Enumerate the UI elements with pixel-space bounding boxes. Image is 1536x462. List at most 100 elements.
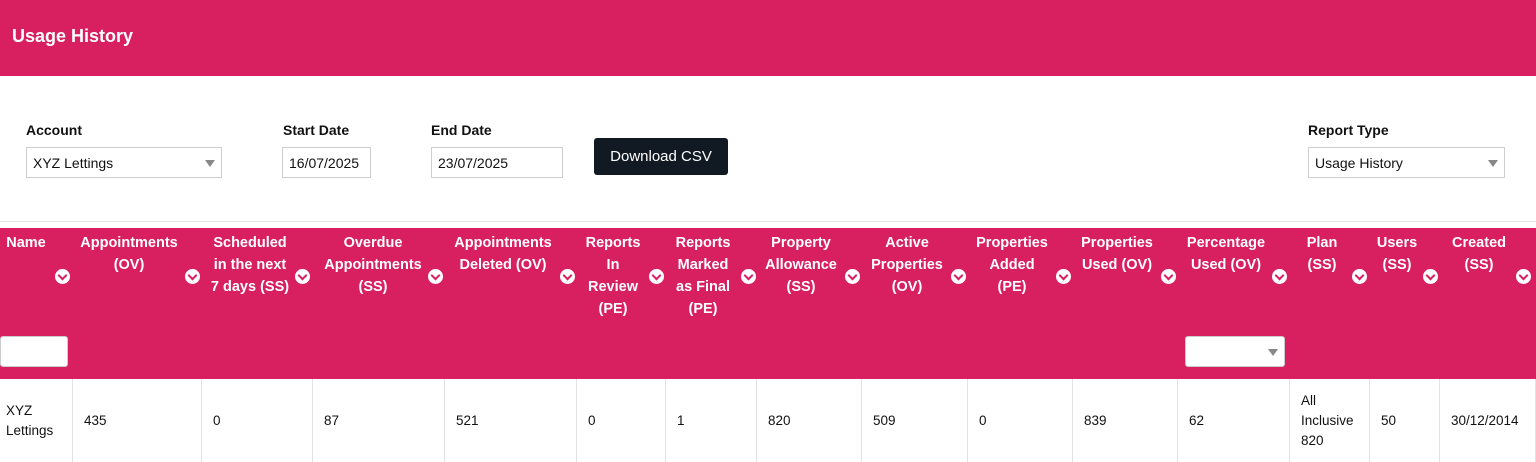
- column-header-7[interactable]: Reports Marked as Final (PE): [669, 232, 737, 320]
- table-cell-text: 62: [1189, 412, 1205, 428]
- column-header-text: Deleted (OV): [459, 257, 547, 273]
- column-header-text: Marked: [677, 257, 729, 273]
- sort-chevron-icon[interactable]: [55, 269, 70, 284]
- column-header-text: (SS): [358, 279, 388, 295]
- page-header: Usage History: [0, 0, 1536, 76]
- column-header-13[interactable]: Plan (SS): [1300, 232, 1344, 276]
- sort-chevron-icon[interactable]: [185, 269, 200, 284]
- column-header-text: In: [606, 257, 620, 273]
- sort-chevron-icon[interactable]: [295, 269, 310, 284]
- table-cell-14: 50: [1370, 379, 1440, 462]
- end-date-input[interactable]: 23/07/2025: [431, 147, 563, 178]
- table-cell-text: All: [1301, 392, 1317, 408]
- column-header-text: in the next: [213, 257, 287, 273]
- column-header-text: Appointments: [324, 257, 422, 273]
- end-date-label: End Date: [431, 122, 492, 138]
- sort-chevron-icon[interactable]: [1352, 269, 1367, 284]
- column-header-text: Used (OV): [1081, 257, 1153, 273]
- column-header-text: Review: [588, 279, 638, 295]
- name-filter-input[interactable]: [0, 336, 68, 367]
- table-cell-3: 0: [202, 379, 313, 462]
- table-cell-text: 509: [873, 412, 896, 428]
- sort-chevron-icon[interactable]: [1423, 269, 1438, 284]
- column-header-1[interactable]: Name: [4, 232, 48, 254]
- column-header-text: (SS): [1307, 257, 1337, 273]
- table-cell-8: 820: [757, 379, 862, 462]
- column-header-text: Overdue: [343, 235, 403, 251]
- column-header-10[interactable]: Properties Added (PE): [970, 232, 1054, 298]
- sort-chevron-icon[interactable]: [428, 269, 443, 284]
- table-cell-9: 509: [862, 379, 968, 462]
- table-cell-4: 87: [313, 379, 445, 462]
- column-header-14[interactable]: Users (SS): [1372, 232, 1422, 276]
- chevron-down-icon: [1268, 349, 1278, 356]
- sort-chevron-icon[interactable]: [1056, 269, 1071, 284]
- column-header-text: Created: [1452, 235, 1506, 251]
- column-header-text: Appointments: [454, 235, 552, 251]
- sort-chevron-icon[interactable]: [560, 269, 575, 284]
- column-header-text: Property: [771, 235, 831, 251]
- table-cell-text: 839: [1084, 412, 1107, 428]
- column-header-text: (SS): [1382, 257, 1412, 273]
- page-title: Usage History: [12, 26, 134, 46]
- account-select-value: XYZ Lettings: [33, 155, 114, 171]
- table-cell-7: 1: [666, 379, 757, 462]
- sort-chevron-icon[interactable]: [951, 269, 966, 284]
- start-date-input[interactable]: 16/07/2025: [282, 147, 371, 178]
- start-date-label: Start Date: [283, 122, 350, 138]
- table-cell-10: 0: [968, 379, 1073, 462]
- table-cell-2: 435: [73, 379, 202, 462]
- column-header-text: (PE): [997, 279, 1027, 295]
- column-header-text: Reports: [585, 235, 641, 251]
- table-cell-text: 87: [324, 412, 340, 428]
- table-cell-text: XYZ: [6, 402, 33, 418]
- report-type-label: Report Type: [1308, 122, 1389, 138]
- column-header-text: (SS): [786, 279, 816, 295]
- table-cell-text: 0: [588, 412, 596, 428]
- column-header-text: Added: [989, 257, 1035, 273]
- account-select[interactable]: XYZ Lettings: [26, 147, 222, 178]
- percentage-filter-select[interactable]: [1185, 336, 1285, 367]
- table-cell-text: 820: [768, 412, 791, 428]
- report-type-select[interactable]: Usage History: [1308, 147, 1505, 178]
- sort-chevron-icon[interactable]: [845, 269, 860, 284]
- table-cell-text: 1: [677, 412, 685, 428]
- column-header-text: Properties: [871, 257, 943, 273]
- column-header-text: (OV): [113, 257, 145, 273]
- column-header-text: as Final: [676, 279, 730, 295]
- column-header-2[interactable]: Appointments (OV): [73, 232, 185, 276]
- report-type-select-value: Usage History: [1315, 155, 1403, 171]
- column-header-9[interactable]: Active Properties (OV): [864, 232, 950, 298]
- column-header-text: Scheduled: [213, 235, 287, 251]
- sort-chevron-icon[interactable]: [1161, 269, 1176, 284]
- column-header-text: Reports: [675, 235, 731, 251]
- chevron-down-icon: [1488, 160, 1498, 167]
- column-header-3[interactable]: Scheduled in the next 7 days (SS): [205, 232, 295, 298]
- column-header-5[interactable]: Appointments Deleted (OV): [448, 232, 558, 276]
- sort-chevron-icon[interactable]: [649, 269, 664, 284]
- column-header-text: Properties: [1081, 235, 1153, 251]
- table-cell-text: 0: [979, 412, 987, 428]
- column-header-15[interactable]: Created (SS): [1446, 232, 1512, 276]
- sort-chevron-icon[interactable]: [1272, 269, 1287, 284]
- column-header-text: Users: [1376, 235, 1418, 251]
- column-header-6[interactable]: Reports In Review (PE): [580, 232, 646, 320]
- table-cell-5: 521: [445, 379, 577, 462]
- column-header-text: 7 days (SS): [210, 279, 290, 295]
- column-header-text: Used (OV): [1190, 257, 1262, 273]
- account-label: Account: [26, 122, 82, 138]
- table-cell-text: 435: [84, 412, 107, 428]
- column-header-8[interactable]: Property Allowance (SS): [759, 232, 843, 298]
- table-cell-12: 62: [1178, 379, 1290, 462]
- column-header-text: Plan: [1306, 235, 1338, 251]
- column-header-11[interactable]: Properties Used (OV): [1076, 232, 1158, 276]
- sort-chevron-icon[interactable]: [741, 269, 756, 284]
- sort-chevron-icon[interactable]: [1516, 269, 1531, 284]
- column-header-text: (PE): [598, 301, 628, 317]
- download-csv-button[interactable]: Download CSV: [594, 138, 728, 175]
- table-cell-11: 839: [1073, 379, 1178, 462]
- column-header-4[interactable]: Overdue Appointments (SS): [318, 232, 428, 298]
- table-cell-text: Lettings: [6, 422, 54, 438]
- column-header-12[interactable]: Percentage Used (OV): [1180, 232, 1272, 276]
- column-header-text: (OV): [891, 279, 923, 295]
